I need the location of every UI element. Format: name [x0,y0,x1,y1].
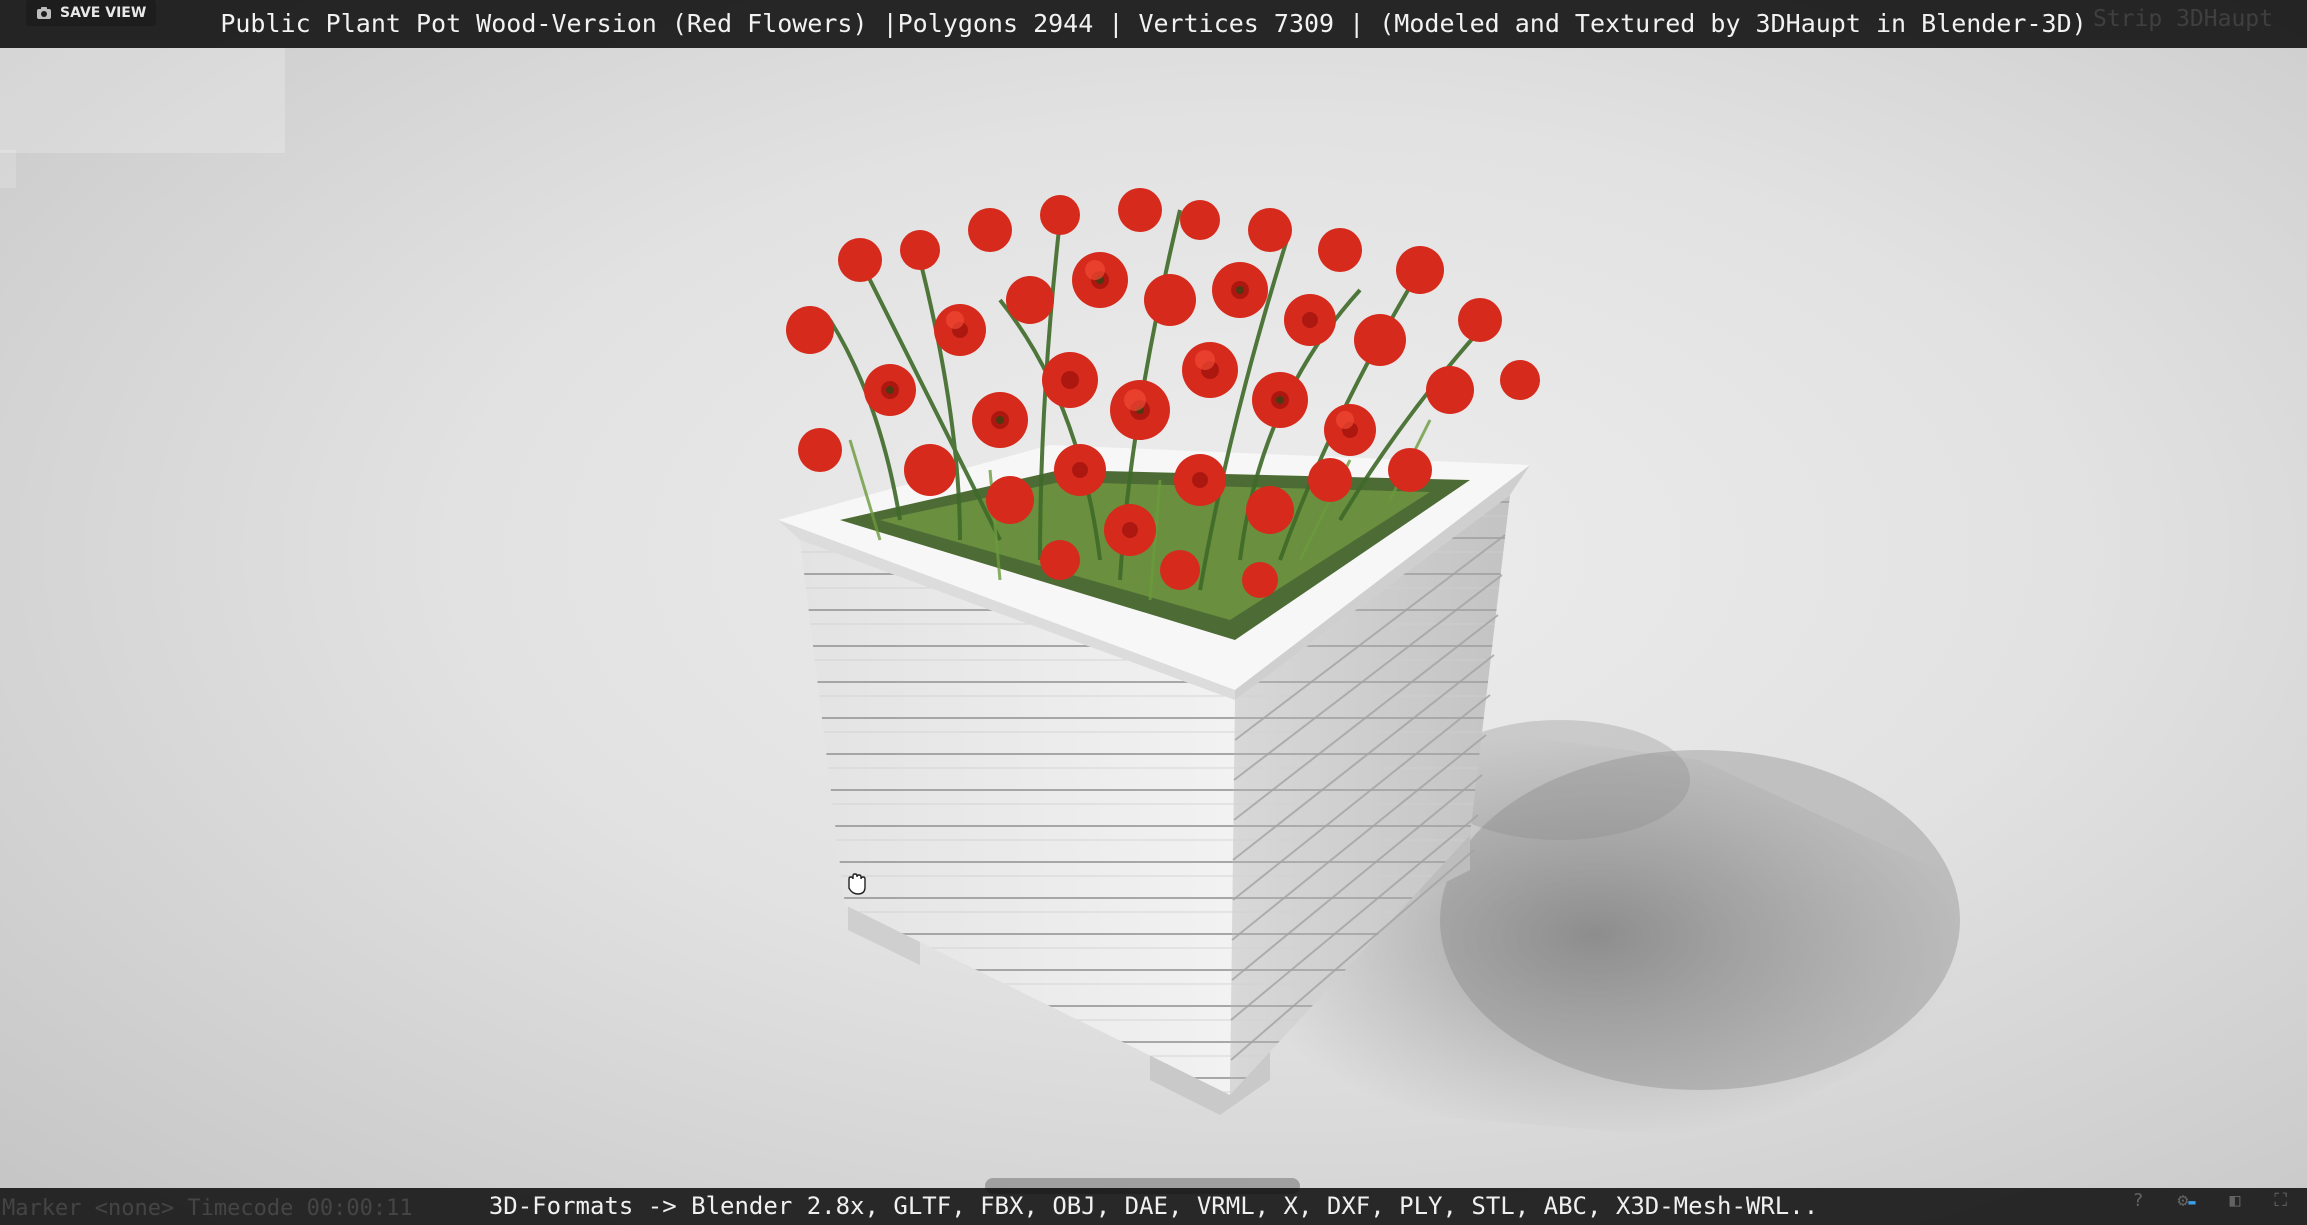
model-viewport[interactable] [0,0,2307,1225]
viewer-controls: ? ⚙▬ ◧ ⛶ [2133,1190,2287,1211]
ghost-info-panel [0,48,285,153]
save-view-button[interactable]: SAVE VIEW [26,0,157,26]
formats-caption: 3D-Formats -> Blender 2.8x, GLTF, FBX, O… [488,1192,1819,1220]
fullscreen-icon[interactable]: ⛶ [2274,1190,2287,1211]
model-title: Public Plant Pot Wood-Version (Red Flowe… [220,9,2087,38]
hand-grab-cursor-icon [848,873,866,895]
gear-icon[interactable]: ⚙▬ [2177,1190,2195,1211]
help-icon[interactable]: ? [2133,1190,2144,1211]
camera-icon [37,7,51,19]
save-view-label: SAVE VIEW [60,5,147,21]
vr-headset-icon[interactable]: ◧ [2230,1190,2241,1211]
ghost-strip-label: Strip 3DHaupt [2092,6,2273,32]
hd-badge-icon: ▬ [2188,1195,2196,1209]
ghost-info-strip [0,150,16,188]
